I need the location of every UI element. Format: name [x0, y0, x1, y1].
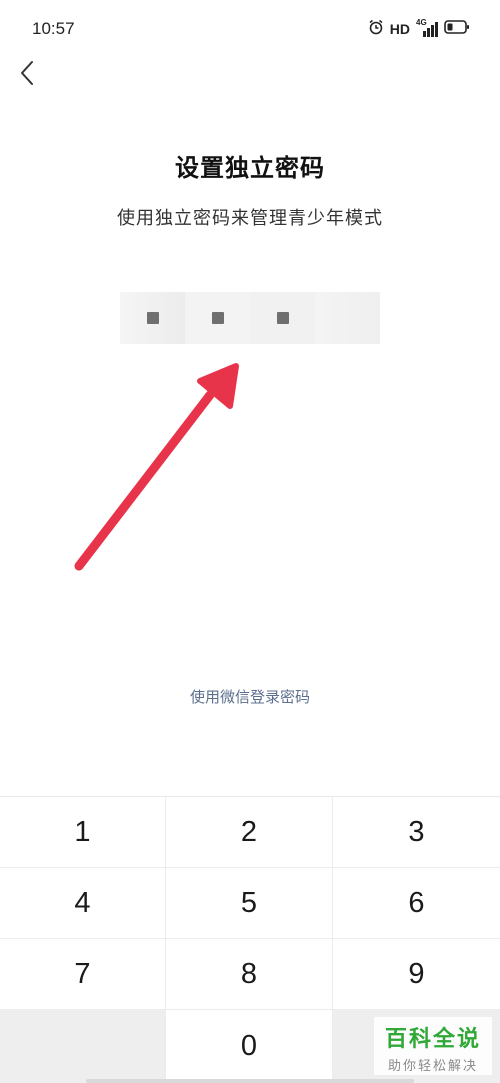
wechat-password-link[interactable]: 使用微信登录密码: [0, 686, 500, 707]
page-subtitle: 使用独立密码来管理青少年模式: [117, 208, 383, 229]
key-7[interactable]: 7: [0, 939, 166, 1010]
pin-box: [250, 292, 315, 344]
key-6[interactable]: 6: [333, 868, 500, 939]
key-1[interactable]: 1: [0, 797, 166, 868]
key-blank: [0, 1010, 166, 1083]
pin-dot: [276, 312, 289, 324]
signal-icon: 4G: [416, 18, 438, 38]
key-4[interactable]: 4: [0, 868, 166, 939]
pin-input[interactable]: [120, 292, 380, 344]
key-0[interactable]: 0: [166, 1010, 333, 1083]
pin-dot: [146, 312, 159, 324]
key-5[interactable]: 5: [166, 868, 333, 939]
hd-label: HD: [389, 21, 410, 37]
pin-box: [315, 292, 380, 344]
key-3[interactable]: 3: [333, 797, 500, 868]
back-button[interactable]: [10, 58, 44, 92]
page-title: 设置独立密码: [175, 154, 325, 182]
home-indicator: [86, 1079, 414, 1083]
alarm-icon: [368, 19, 384, 39]
status-icons: HD 4G: [368, 17, 470, 41]
status-time: 10:57: [32, 19, 75, 38]
pin-box: [185, 292, 250, 344]
chevron-left-icon: [19, 60, 35, 90]
pin-dot: [211, 312, 224, 324]
pin-box: [120, 292, 185, 344]
key-2[interactable]: 2: [166, 797, 333, 868]
status-bar: 10:57 HD 4G: [0, 0, 500, 60]
key-9[interactable]: 9: [333, 939, 500, 1010]
key-8[interactable]: 8: [166, 939, 333, 1010]
watermark-sub: 助你轻松解决: [387, 1059, 478, 1074]
battery-icon: [444, 19, 470, 39]
watermark-main: 百科全说: [384, 1027, 481, 1052]
watermark: 百科全说 助你轻松解决: [374, 1017, 492, 1075]
